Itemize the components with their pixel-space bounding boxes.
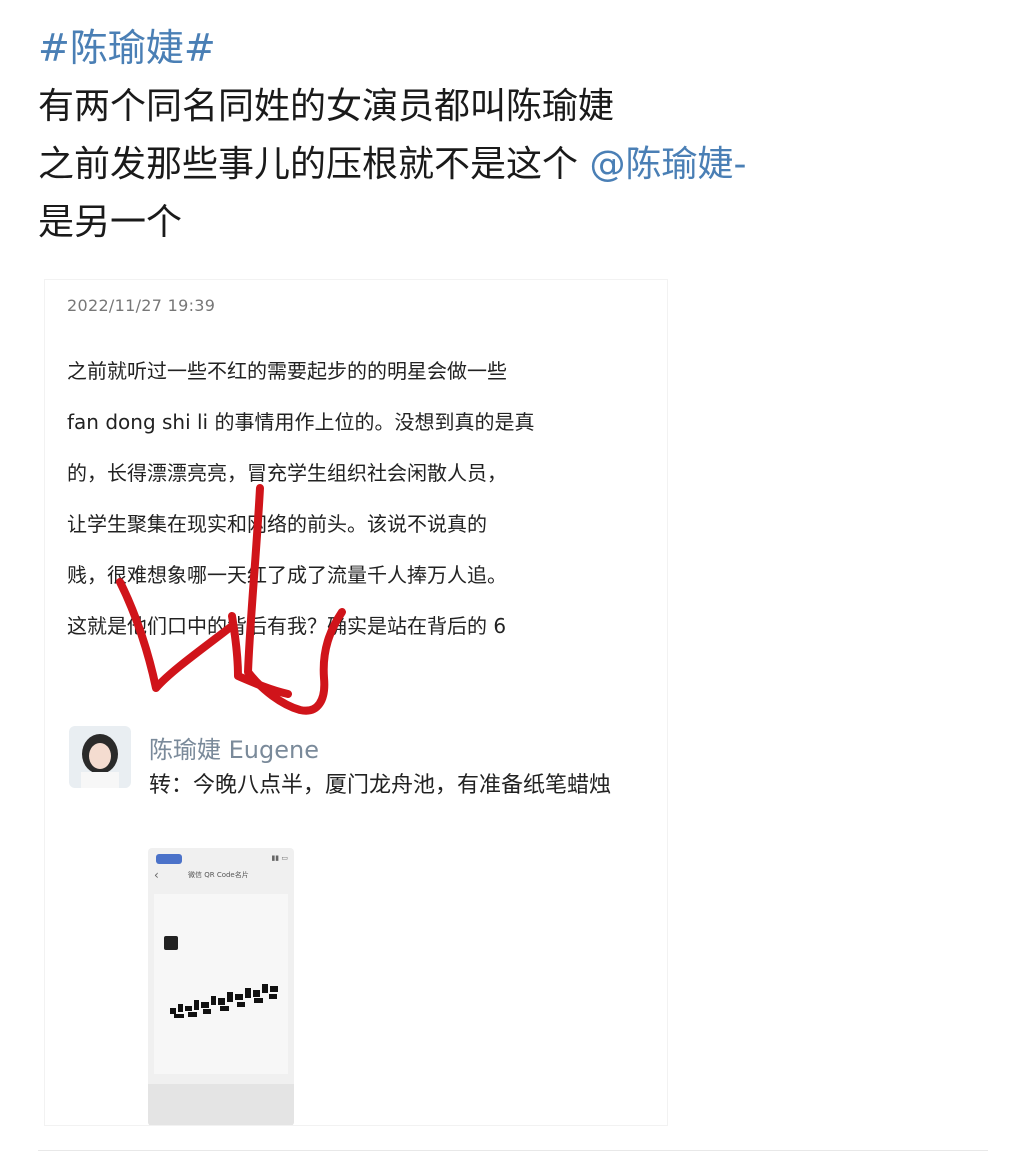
screenshot-line-1: 之前就听过一些不红的需要起步的的明星会做一些 <box>67 359 507 383</box>
post-text: #陈瑜婕# 有两个同名同姓的女演员都叫陈瑜婕 之前发那些事儿的压根就不是这个 @… <box>38 18 998 252</box>
status-pill <box>156 854 182 864</box>
post-line-1: 有两个同名同姓的女演员都叫陈瑜婕 <box>38 86 615 127</box>
bottom-divider <box>38 1150 988 1151</box>
avatar[interactable] <box>69 726 131 788</box>
screenshot-line-5: 贱，很难想象哪一天红了成了流量千人捧万人追。 <box>67 563 507 587</box>
avatar-image <box>69 726 131 788</box>
qr-code-icon <box>170 984 278 1018</box>
phone-nav-title: 微信 QR Code名片 <box>188 871 249 879</box>
phone-bottom-bar <box>148 1084 294 1125</box>
hashtag-link[interactable]: #陈瑜婕# <box>38 18 998 78</box>
screenshot-line-2: fan dong shi li 的事情用作上位的。没想到真的是真 <box>67 410 535 434</box>
phone-screenshot-thumbnail[interactable]: ▮▮ ▭ ‹ 微信 QR Code名片 <box>148 848 294 1125</box>
screenshot-line-4: 让学生聚集在现实和网络的前头。该说不说真的 <box>67 512 487 536</box>
signal-battery-icon: ▮▮ ▭ <box>271 854 288 862</box>
post-line-2-text: 之前发那些事儿的压根就不是这个 <box>38 144 590 185</box>
post-line-3: 是另一个 <box>38 202 183 243</box>
mention-link[interactable]: @陈瑜婕- <box>589 144 746 185</box>
qr-owner-avatar <box>164 936 178 950</box>
attached-screenshot[interactable]: 2022/11/27 19:39 之前就听过一些不红的需要起步的的明星会做一些 … <box>45 280 667 1125</box>
screenshot-line-6: 这就是他们口中的背后有我？确实是站在背后的 6 <box>67 614 507 638</box>
back-arrow-icon: ‹ <box>154 868 159 882</box>
screenshot-timestamp: 2022/11/27 19:39 <box>67 296 216 315</box>
repost-author-name[interactable]: 陈瑜婕 Eugene <box>149 730 319 765</box>
repost-text: 转：今晚八点半，厦门龙舟池，有准备纸笔蜡烛 <box>149 773 612 798</box>
screenshot-line-3: 的，长得漂漂亮亮，冒充学生组织社会闲散人员， <box>67 461 507 485</box>
screenshot-body: 之前就听过一些不红的需要起步的的明星会做一些 fan dong shi li 的… <box>67 346 657 652</box>
post-line-2: 之前发那些事儿的压根就不是这个 @陈瑜婕- <box>38 136 998 194</box>
